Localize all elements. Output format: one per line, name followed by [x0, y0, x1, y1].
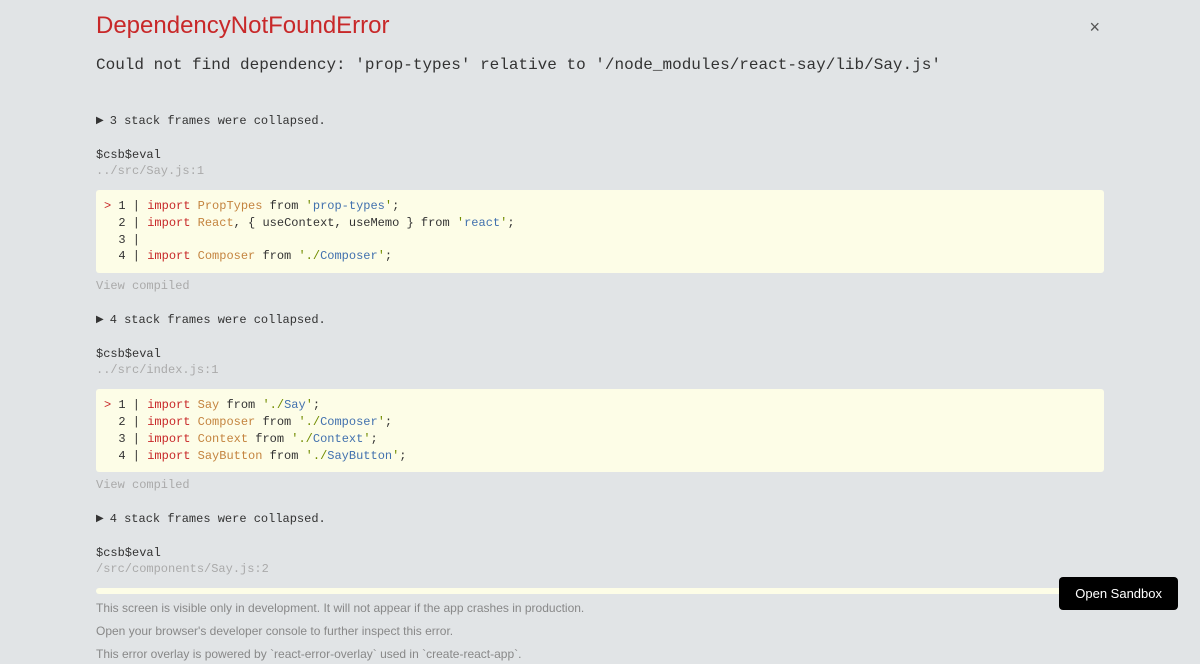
view-compiled-link[interactable]: View compiled [96, 279, 1104, 293]
error-title: DependencyNotFoundError [96, 12, 1104, 40]
collapsed-frames-label: 3 stack frames were collapsed. [110, 114, 326, 128]
open-sandbox-button[interactable]: Open Sandbox [1059, 577, 1178, 610]
collapsed-frames-toggle[interactable]: ▶ 4 stack frames were collapsed. [96, 512, 1104, 526]
code-block: > 1 | import PropTypes from 'prop-types'… [96, 190, 1104, 273]
file-path: ../src/index.js:1 [96, 363, 1104, 377]
footer-line-3: This error overlay is powered by `react-… [96, 646, 1104, 663]
eval-label: $csb$eval [96, 148, 1104, 162]
footer-line-2: Open your browser's developer console to… [96, 623, 1104, 640]
triangle-right-icon: ▶ [96, 314, 104, 326]
error-message: Could not find dependency: 'prop-types' … [96, 56, 1104, 74]
footer-line-1: This screen is visible only in developme… [96, 600, 1104, 617]
code-block [96, 588, 1104, 594]
file-path: /src/components/Say.js:2 [96, 562, 1104, 576]
view-compiled-link[interactable]: View compiled [96, 478, 1104, 492]
eval-label: $csb$eval [96, 546, 1104, 560]
triangle-right-icon: ▶ [96, 115, 104, 127]
close-icon[interactable]: × [1089, 18, 1100, 36]
collapsed-frames-label: 4 stack frames were collapsed. [110, 512, 326, 526]
file-path: ../src/Say.js:1 [96, 164, 1104, 178]
triangle-right-icon: ▶ [96, 513, 104, 525]
code-block: > 1 | import Say from './Say'; 2 | impor… [96, 389, 1104, 472]
eval-label: $csb$eval [96, 347, 1104, 361]
collapsed-frames-toggle[interactable]: ▶ 4 stack frames were collapsed. [96, 313, 1104, 327]
collapsed-frames-label: 4 stack frames were collapsed. [110, 313, 326, 327]
collapsed-frames-toggle[interactable]: ▶ 3 stack frames were collapsed. [96, 114, 1104, 128]
